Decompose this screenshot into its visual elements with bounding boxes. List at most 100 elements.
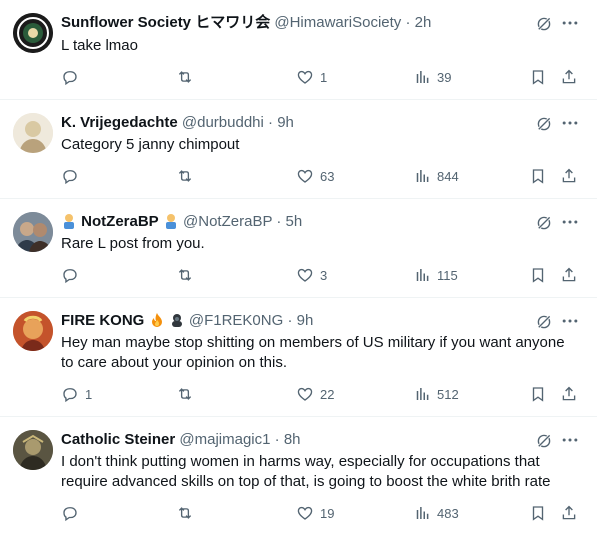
sunflower-logo-icon: [13, 13, 53, 53]
action-bar: 19 483: [61, 504, 581, 524]
retweet-button[interactable]: [176, 68, 200, 86]
timestamp[interactable]: 5h: [286, 213, 303, 230]
tweet[interactable]: NotZeraBP @NotZeraBP · 5h Rare L post fr…: [0, 199, 597, 298]
timestamp[interactable]: 2h: [415, 14, 432, 31]
display-name[interactable]: Catholic Steiner: [61, 431, 175, 448]
more-icon[interactable]: [560, 430, 580, 450]
share-button[interactable]: [560, 504, 578, 522]
timestamp[interactable]: 9h: [297, 312, 314, 329]
tweet-header: FIRE KONG @F1REK0NG · 9h: [61, 311, 313, 331]
avatar-art-icon: [13, 311, 53, 351]
display-name[interactable]: K. Vrijegedachte: [61, 114, 178, 131]
display-name[interactable]: FIRE KONG: [61, 312, 144, 329]
reply-button[interactable]: [61, 167, 85, 185]
tweet[interactable]: FIRE KONG @F1REK0NG · 9h Hey man maybe s…: [0, 298, 597, 417]
like-button[interactable]: 22: [296, 385, 334, 403]
more-icon[interactable]: [560, 113, 580, 133]
retweet-button[interactable]: [176, 167, 200, 185]
view-count: 512: [437, 386, 459, 402]
reply-button[interactable]: 1: [61, 385, 92, 403]
avatar[interactable]: [13, 212, 53, 252]
timestamp[interactable]: 8h: [284, 431, 301, 448]
handle[interactable]: @HimawariSociety: [274, 14, 401, 31]
grok-icon[interactable]: [535, 313, 553, 331]
reply-icon: [61, 504, 79, 522]
reply-icon: [61, 385, 79, 403]
bookmark-icon: [529, 385, 547, 403]
view-count: 115: [437, 267, 458, 283]
more-icon[interactable]: [560, 311, 580, 331]
display-name[interactable]: Sunflower Society ヒマワリ会: [61, 14, 270, 31]
display-name[interactable]: NotZeraBP: [81, 213, 159, 230]
views-button[interactable]: 844: [413, 167, 459, 185]
tweet[interactable]: K. Vrijegedachte @durbuddhi · 9h Categor…: [0, 100, 597, 199]
views-button[interactable]: 39: [413, 68, 451, 86]
share-button[interactable]: [560, 167, 578, 185]
handle[interactable]: @NotZeraBP: [183, 213, 272, 230]
bookmark-icon: [529, 504, 547, 522]
reply-button[interactable]: [61, 68, 85, 86]
retweet-button[interactable]: [176, 385, 200, 403]
avatar-art-icon: [13, 430, 53, 470]
reply-button[interactable]: [61, 266, 85, 284]
bookmark-button[interactable]: [529, 266, 547, 284]
tweet-header: K. Vrijegedachte @durbuddhi · 9h: [61, 113, 294, 133]
avatar[interactable]: [13, 13, 53, 53]
bookmark-button[interactable]: [529, 167, 547, 185]
more-icon[interactable]: [560, 212, 580, 232]
views-icon: [413, 68, 431, 86]
reply-count: 1: [85, 386, 93, 402]
separator: ·: [276, 213, 282, 230]
like-button[interactable]: 19: [296, 504, 334, 522]
like-count: 1: [320, 69, 328, 85]
reply-icon: [61, 167, 79, 185]
views-button[interactable]: 115: [413, 266, 458, 284]
grok-icon[interactable]: [535, 214, 553, 232]
grok-icon[interactable]: [535, 15, 553, 33]
share-button[interactable]: [560, 385, 578, 403]
like-button[interactable]: 3: [296, 266, 327, 284]
share-icon: [560, 68, 578, 86]
like-button[interactable]: 1: [296, 68, 327, 86]
share-icon: [560, 504, 578, 522]
share-button[interactable]: [560, 266, 578, 284]
tweet-text: L take lmao: [61, 37, 138, 54]
bookmark-button[interactable]: [529, 385, 547, 403]
views-icon: [413, 266, 431, 284]
share-icon: [560, 385, 578, 403]
tweet-header: NotZeraBP @NotZeraBP · 5h: [61, 212, 302, 232]
tweet-text: Hey man maybe stop shitting on members o…: [61, 334, 565, 371]
views-button[interactable]: 483: [413, 504, 459, 522]
person-shrug-icon: [61, 213, 77, 229]
tweet-header: Sunflower Society ヒマワリ会 @HimawariSociety…: [61, 13, 431, 33]
retweet-button[interactable]: [176, 504, 200, 522]
like-button[interactable]: 63: [296, 167, 334, 185]
bookmark-button[interactable]: [529, 504, 547, 522]
reply-button[interactable]: [61, 504, 85, 522]
avatar[interactable]: [13, 430, 53, 470]
avatar[interactable]: [13, 113, 53, 153]
avatar[interactable]: [13, 311, 53, 351]
like-icon: [296, 385, 314, 403]
timestamp[interactable]: 9h: [277, 114, 294, 131]
action-bar: 3 115: [61, 266, 581, 286]
retweet-icon: [176, 68, 194, 86]
tweet[interactable]: Catholic Steiner @majimagic1 · 8h I don'…: [0, 417, 597, 535]
retweet-button[interactable]: [176, 266, 200, 284]
handle[interactable]: @majimagic1: [179, 431, 270, 448]
handle[interactable]: @durbuddhi: [182, 114, 264, 131]
retweet-icon: [176, 504, 194, 522]
tweet-text: Category 5 janny chimpout: [61, 136, 240, 153]
handle[interactable]: @F1REK0NG: [189, 312, 283, 329]
gorilla-icon: [169, 312, 185, 328]
views-button[interactable]: 512: [413, 385, 459, 403]
tweet[interactable]: Sunflower Society ヒマワリ会 @HimawariSociety…: [0, 0, 597, 100]
reply-icon: [61, 266, 79, 284]
like-icon: [296, 504, 314, 522]
grok-icon[interactable]: [535, 432, 553, 450]
bookmark-button[interactable]: [529, 68, 547, 86]
like-icon: [296, 266, 314, 284]
share-button[interactable]: [560, 68, 578, 86]
more-icon[interactable]: [560, 13, 580, 33]
grok-icon[interactable]: [535, 115, 553, 133]
